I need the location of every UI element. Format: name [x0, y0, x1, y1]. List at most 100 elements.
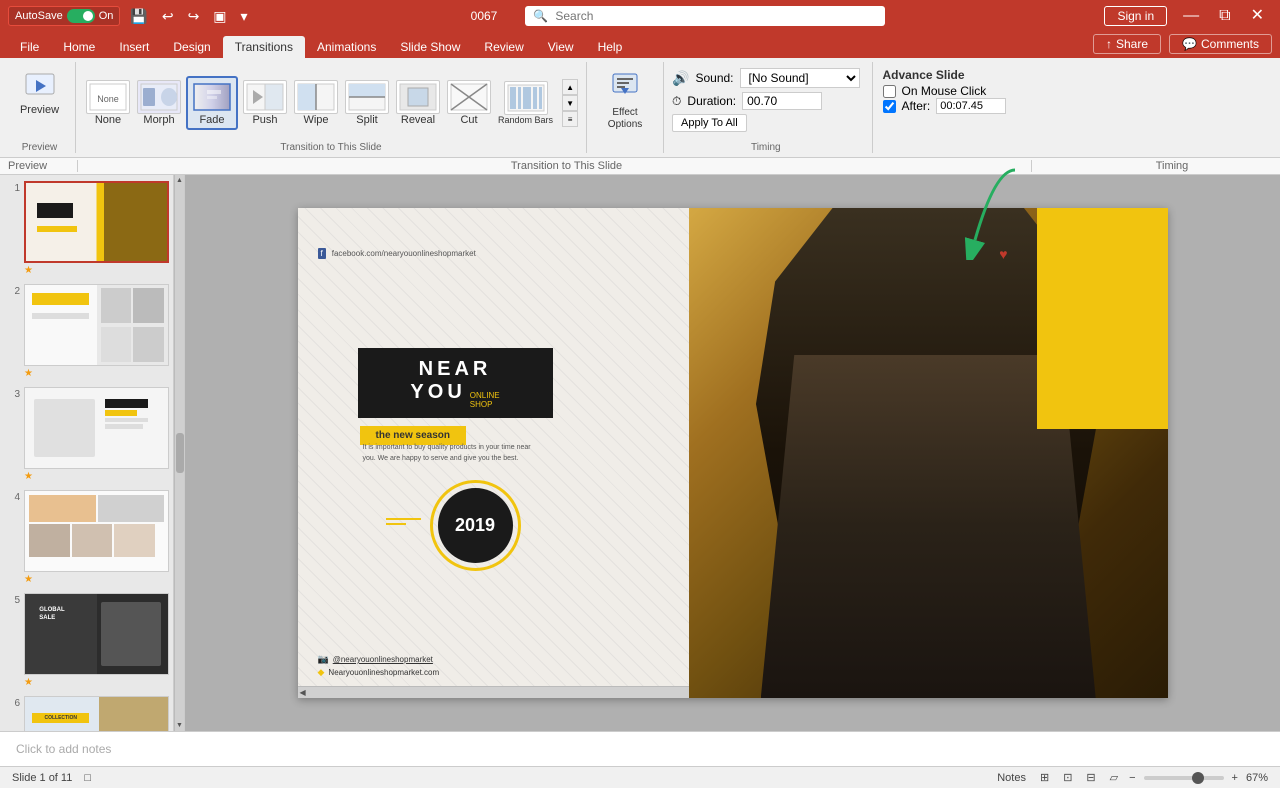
reading-view-btn[interactable]: ⊟ — [1083, 770, 1098, 785]
restore-button[interactable]: ⧉ — [1211, 0, 1238, 32]
slide-thumb-5[interactable]: 5 GLOBALSALE ★ — [4, 591, 169, 690]
minimize-button[interactable]: — — [1175, 0, 1207, 32]
slide-yellow-accent — [1037, 208, 1168, 429]
panel-scroll-thumb[interactable] — [176, 433, 184, 473]
tab-home[interactable]: Home — [51, 36, 107, 58]
comments-icon: 💬 — [1182, 37, 1197, 51]
transition-none[interactable]: None None — [84, 78, 132, 128]
normal-view-btn[interactable]: ⊞ — [1037, 770, 1052, 785]
tab-review[interactable]: Review — [472, 36, 535, 58]
slide-thumb-1[interactable]: 1 ★ — [4, 179, 169, 278]
scroll-down-button[interactable]: ▼ — [562, 95, 578, 111]
ribbon-group-timing: 🔊 Sound: [No Sound] ⏱ Duration: Apply To… — [668, 62, 867, 153]
slide-img-1 — [24, 181, 169, 263]
share-button[interactable]: ↑ Share — [1093, 34, 1161, 54]
panel-scroll-up[interactable]: ▲ — [174, 175, 185, 186]
panel-scroll-down[interactable]: ▼ — [174, 720, 185, 731]
zoom-thumb[interactable] — [1192, 772, 1204, 784]
share-icon: ↑ — [1106, 37, 1112, 51]
slide-thumb-6[interactable]: 6 COLLECTION — [4, 694, 169, 731]
sign-in-button[interactable]: Sign in — [1104, 6, 1167, 26]
transition-cut[interactable]: Cut — [445, 78, 493, 128]
transition-fade[interactable]: Fade — [186, 76, 238, 130]
transition-wipe[interactable]: Wipe — [292, 78, 340, 128]
transition-random-bars[interactable]: Random Bars — [496, 79, 555, 128]
customize-icon[interactable]: ▾ — [237, 6, 252, 27]
slide-img-5: GLOBALSALE — [24, 593, 169, 675]
redo-icon[interactable]: ↪ — [184, 6, 204, 27]
slide-thumb-2[interactable]: 2 — [4, 282, 169, 381]
scroll-up-button[interactable]: ▲ — [562, 79, 578, 95]
slide-footer: 📷 @nearyouonlineshopmarket ◆ Nearyouonli… — [318, 654, 440, 678]
tab-insert[interactable]: Insert — [107, 36, 161, 58]
sound-row: 🔊 Sound: [No Sound] — [672, 68, 859, 88]
sound-select[interactable]: [No Sound] — [740, 68, 860, 88]
presenter-view-btn[interactable]: ▱ — [1107, 770, 1121, 785]
slide-thumb-3[interactable]: 3 ★ — [4, 385, 169, 484]
tab-transitions[interactable]: Transitions — [223, 36, 305, 58]
after-label: After: — [902, 99, 931, 113]
close-button[interactable]: ✕ — [1243, 0, 1272, 32]
status-bar: Slide 1 of 11 □ Notes ⊞ ⊡ ⊟ ▱ − + 67% — [0, 766, 1280, 788]
zoom-in-btn[interactable]: + — [1232, 772, 1238, 784]
search-icon: 🔍 — [533, 9, 548, 23]
svg-text:None: None — [97, 94, 119, 104]
cut-icon — [447, 80, 491, 114]
slide-thumb-4[interactable]: 4 ★ — [4, 488, 169, 587]
slide-star-3: ★ — [24, 471, 169, 482]
apply-to-all-button[interactable]: Apply To All — [672, 114, 747, 132]
mouse-click-checkbox[interactable] — [883, 85, 896, 98]
autosave-toggle[interactable] — [67, 9, 95, 23]
sound-icon: 🔊 — [672, 70, 689, 87]
tab-slideshow[interactable]: Slide Show — [388, 36, 472, 58]
tab-file[interactable]: File — [8, 36, 51, 58]
autosave-button[interactable]: AutoSave On — [8, 6, 120, 26]
transition-split[interactable]: Split — [343, 78, 391, 128]
status-left: Slide 1 of 11 □ — [12, 772, 91, 784]
notes-button[interactable]: Notes — [994, 771, 1029, 785]
slide-info-icon: □ — [84, 772, 91, 784]
title-bar-left: AutoSave On 💾 ↩ ↪ ▣ ▾ — [8, 6, 252, 27]
tab-animations[interactable]: Animations — [305, 36, 388, 58]
undo-icon[interactable]: ↩ — [158, 6, 178, 27]
after-input[interactable] — [936, 98, 1006, 114]
zoom-out-btn[interactable]: − — [1129, 772, 1135, 784]
website-row: ◆ Nearyouonlineshopmarket.com — [318, 667, 440, 678]
transition-section: Transition to This Slide — [118, 160, 1032, 172]
save-icon[interactable]: 💾 — [126, 6, 151, 27]
scroll-left-btn[interactable]: ◀ — [298, 686, 308, 698]
desc-text: It is important to buy quality products … — [363, 444, 531, 462]
slide-info: Slide 1 of 11 — [12, 772, 72, 784]
slide-img-4 — [24, 490, 169, 572]
fade-label: Fade — [199, 114, 224, 126]
search-input[interactable] — [525, 6, 885, 26]
fb-icon: f — [318, 248, 326, 259]
presentation-icon[interactable]: ▣ — [209, 6, 230, 27]
tab-view[interactable]: View — [536, 36, 586, 58]
slide-panel-scrollbar[interactable]: ▲ ▼ — [174, 175, 184, 731]
reveal-label: Reveal — [401, 114, 435, 126]
split-icon — [345, 80, 389, 114]
slide-img-3 — [24, 387, 169, 469]
scroll-more-button[interactable]: ≡ — [562, 111, 578, 127]
outline-view-btn[interactable]: ⊡ — [1060, 770, 1075, 785]
after-checkbox[interactable] — [883, 100, 896, 113]
transition-push[interactable]: Push — [241, 78, 289, 128]
transition-morph[interactable]: Morph — [135, 78, 183, 128]
notes-bar[interactable]: Click to add notes — [0, 731, 1280, 766]
tab-design[interactable]: Design — [161, 36, 222, 58]
comments-button[interactable]: 💬 Comments — [1169, 34, 1272, 54]
duration-input[interactable] — [742, 92, 822, 110]
autosave-state: On — [99, 10, 114, 22]
zoom-slider[interactable] — [1144, 776, 1224, 780]
effect-options-button[interactable]: EffectOptions — [595, 66, 655, 135]
instagram-handle: @nearyouonlineshopmarket — [333, 655, 433, 664]
random-bars-label: Random Bars — [498, 115, 553, 126]
tab-help[interactable]: Help — [586, 36, 635, 58]
preview-section: Preview — [8, 160, 78, 172]
slide-canvas: f facebook.com/nearyouonlineshopmarket ♥… — [298, 208, 1168, 698]
preview-button[interactable]: Preview — [12, 66, 67, 120]
slide-title-near: NEAR — [419, 358, 492, 381]
mouse-click-label: On Mouse Click — [902, 84, 987, 98]
transition-reveal[interactable]: Reveal — [394, 78, 442, 128]
